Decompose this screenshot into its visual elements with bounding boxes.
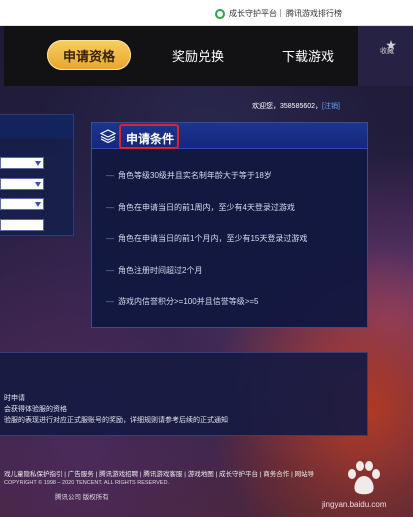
list-item: — 角色在申请当日的前1个月内，至少有15天登录过游戏 bbox=[106, 234, 308, 243]
rights-text: 腾讯公司 版权所有 bbox=[55, 494, 109, 501]
baidu-watermark: jingyan.baidu.com bbox=[322, 460, 408, 510]
left-panel-header bbox=[0, 115, 73, 139]
notice-line: 验服的表现进行对应正式服账号的奖励，详细规则请参考后续的正式通知 bbox=[4, 417, 228, 424]
watermark-site: jingyan.baidu.com bbox=[322, 500, 387, 509]
list-item: — 游戏内信誉积分>=100并且信誉等级>=5 bbox=[106, 297, 259, 306]
topbar-divider bbox=[280, 9, 281, 17]
select-dropdown-1[interactable] bbox=[0, 157, 44, 169]
chevron-down-icon bbox=[35, 182, 41, 187]
select-dropdown-2[interactable] bbox=[0, 178, 44, 190]
footer-links[interactable]: 戏儿童隐私保护指引 | 广告服务 | 腾讯游戏招聘 | 腾讯游戏客服 | 游戏地… bbox=[4, 468, 314, 478]
growth-guard-icon bbox=[215, 8, 225, 19]
notice-line: 时申请 bbox=[4, 395, 25, 402]
paw-logo-icon bbox=[348, 461, 380, 495]
copyright-text: COPYRIGHT © 1998 – 2020 TENCENT. ALL RIG… bbox=[4, 480, 169, 486]
nav-side-area bbox=[358, 26, 413, 86]
game-ranking-link[interactable]: 腾讯游戏排行榜 bbox=[286, 8, 342, 19]
growth-guard-link[interactable]: 成长守护平台 bbox=[215, 8, 277, 19]
notice-line: 会获得体验服的资格 bbox=[4, 406, 67, 413]
conditions-title: 申请条件 bbox=[126, 132, 175, 146]
conditions-header: 申请条件 bbox=[92, 123, 367, 149]
list-item: — 角色在申请当日的前1周内，至少有4天登录过游戏 bbox=[106, 202, 295, 212]
layers-icon bbox=[100, 129, 116, 143]
tab-reward-exchange[interactable]: 奖励兑换 bbox=[172, 40, 224, 70]
list-item: — 角色注册时间超过2个月 bbox=[106, 265, 203, 275]
welcome-message: 欢迎您，358585602，[注销] bbox=[252, 101, 340, 111]
top-utility-bar: 成长守护平台 腾讯游戏排行榜 bbox=[0, 0, 413, 26]
conditions-list: — 角色等级30级并且实名制年龄大于等于18岁 — 角色在申请当日的前1周内，至少有… bbox=[106, 170, 307, 328]
tab-download-game[interactable]: 下载游戏 bbox=[282, 40, 334, 70]
favorite-label[interactable]: 收藏 bbox=[372, 46, 402, 56]
conditions-panel: 申请条件 — 角色等级30级并且实名制年龄大于等于18岁 — 角色在申请当日的前1周… bbox=[91, 122, 368, 328]
left-form-panel bbox=[0, 114, 74, 236]
list-item: — 角色等级30级并且实名制年龄大于等于18岁 bbox=[106, 171, 272, 180]
main-nav: 申请资格 奖励兑换 下载游戏 bbox=[4, 26, 358, 86]
select-dropdown-3[interactable] bbox=[0, 198, 44, 210]
chevron-down-icon bbox=[35, 161, 41, 166]
growth-guard-label: 成长守护平台 bbox=[229, 9, 277, 18]
text-input-field[interactable] bbox=[0, 219, 44, 231]
welcome-text: 欢迎您，358585602， bbox=[252, 103, 323, 110]
tab-apply-qualification[interactable]: 申请资格 bbox=[47, 40, 131, 70]
notice-panel: 时申请 会获得体验服的资格 验服的表现进行对应正式服账号的奖励，详细规则请参考后… bbox=[0, 352, 368, 436]
chevron-down-icon bbox=[35, 202, 41, 207]
logout-link[interactable]: [注销] bbox=[322, 103, 340, 110]
